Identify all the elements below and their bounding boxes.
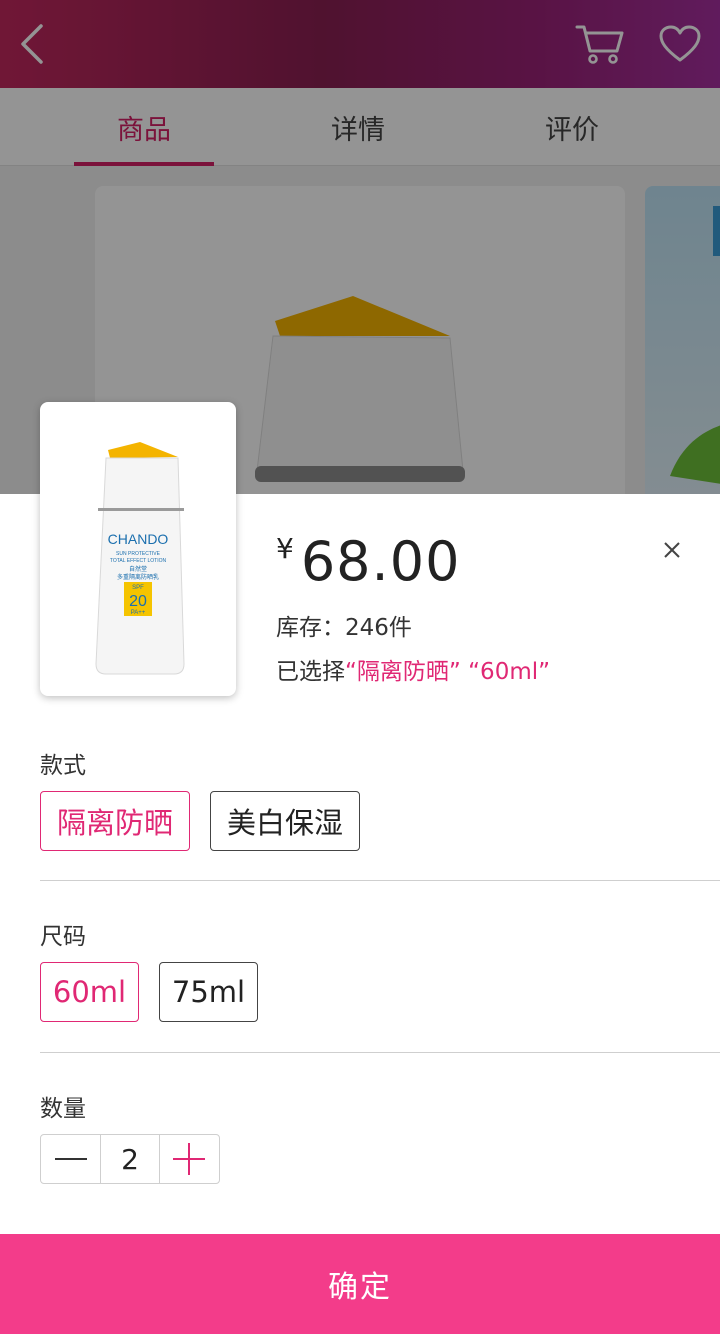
increase-button[interactable] — [160, 1135, 219, 1183]
quantity-stepper: 2 — [40, 1134, 220, 1184]
currency-symbol: ¥ — [276, 532, 295, 565]
thumb-cn: 自然堂 — [129, 565, 147, 573]
thumb-spf-value: 20 — [129, 593, 147, 610]
divider — [40, 880, 720, 881]
thumb-brand: CHANDO — [108, 531, 169, 547]
divider — [40, 1052, 720, 1053]
style-label: 款式 — [40, 753, 86, 779]
plus-icon — [173, 1143, 206, 1175]
product-thumbnail: CHANDO SUN PROTECTIVE TOTAL EFFECT LOTIO… — [40, 402, 236, 696]
selected-values: “隔离防晒” “60ml” — [345, 659, 551, 685]
close-button[interactable] — [656, 534, 688, 566]
minus-icon — [54, 1158, 87, 1160]
thumb-pa: PA++ — [131, 610, 146, 616]
thumb-line1: SUN PROTECTIVE — [116, 551, 161, 557]
size-label: 尺码 — [40, 924, 86, 950]
close-icon — [664, 542, 680, 558]
style-option-whitening[interactable]: 美白保湿 — [210, 791, 360, 851]
size-option-75ml[interactable]: 75ml — [159, 962, 258, 1022]
thumb-spf-label: SPF — [132, 585, 144, 591]
price: ¥68.00 — [276, 530, 460, 593]
selected-summary: 已选择“隔离防晒” “60ml” — [276, 652, 550, 686]
decrease-button[interactable] — [41, 1135, 100, 1183]
confirm-button[interactable]: 确定 — [0, 1234, 720, 1334]
size-option-60ml[interactable]: 60ml — [40, 962, 139, 1022]
stock-text: 库存：246件 — [276, 615, 412, 641]
price-value: 68.00 — [300, 530, 461, 593]
thumb-cn2: 多重隔离防晒乳 — [117, 573, 159, 581]
style-option-sunscreen[interactable]: 隔离防晒 — [40, 791, 190, 851]
quantity-label: 数量 — [40, 1096, 86, 1122]
quantity-value[interactable]: 2 — [100, 1135, 160, 1183]
selected-prefix: 已选择 — [276, 659, 345, 685]
thumb-line2: TOTAL EFFECT LOTION — [110, 558, 167, 564]
